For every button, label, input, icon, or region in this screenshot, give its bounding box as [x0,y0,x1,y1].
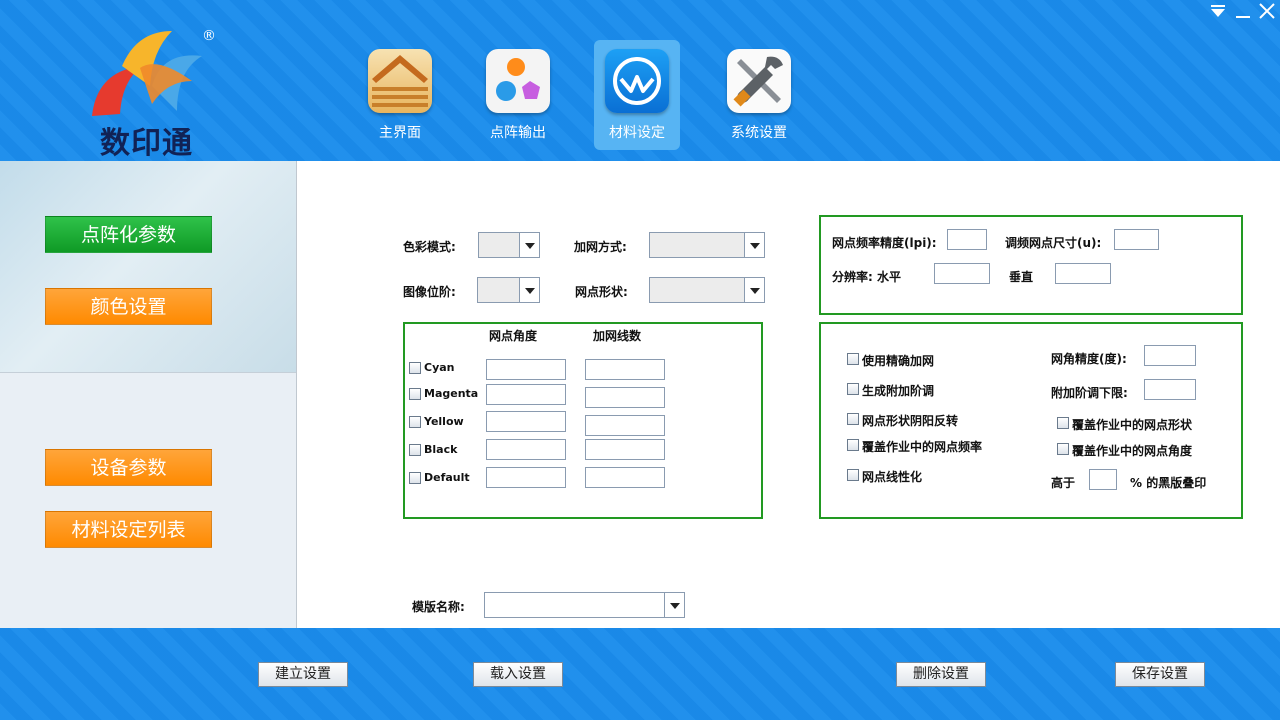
bit-depth-select[interactable] [477,277,540,303]
yellow-angle-input[interactable] [486,411,566,432]
dot-invert-label: 网点形状阴阳反转 [862,414,959,428]
precise-screening-label: 使用精确加网 [862,354,935,368]
minimize-icon[interactable] [1234,2,1252,23]
color-settings-button[interactable]: 颜色设置 [45,288,212,325]
material-icon [605,49,669,113]
col-lines-header: 加网线数 [593,329,642,343]
black-overprint-label: % 的黑版叠印 [1130,476,1207,490]
menu-dropdown-icon[interactable] [1209,2,1227,23]
row-label: Cyan [424,361,455,374]
nav-label-dots-output: 点阵输出 [490,125,546,141]
col-angle-header: 网点角度 [489,329,538,343]
row-label: Default [424,471,470,484]
dot-invert-checkbox[interactable] [847,413,859,425]
default-angle-input[interactable] [486,467,566,488]
extra-steps-checkbox[interactable] [847,383,859,395]
precise-screening-checkbox[interactable] [847,353,859,365]
sidebar: 点阵化参数 颜色设置 设备参数 材料设定列表 [0,161,297,628]
above-label: 高于 [1051,476,1076,490]
home-icon [368,49,432,113]
nav-label-material: 材料设定 [609,125,665,141]
nav-system-settings[interactable]: 系统设置 [716,40,802,150]
footer-bar: 建立设置 载入设置 删除设置 保存设置 [0,628,1280,720]
override-shape-checkbox[interactable] [1057,417,1069,429]
nav-material-settings[interactable]: 材料设定 [594,40,680,150]
tools-icon [727,49,791,113]
material-list-button[interactable]: 材料设定列表 [45,511,212,548]
close-icon[interactable] [1258,2,1276,23]
resolution-horizontal-input[interactable] [934,263,990,284]
color-mode-select[interactable] [478,232,540,258]
registered-mark: ® [202,28,216,44]
magenta-angle-input[interactable] [486,384,566,405]
angle-precision-input[interactable] [1144,345,1196,366]
screening-method-label: 加网方式: [574,240,627,254]
black-checkbox[interactable] [409,444,421,456]
brand-name: 数印通 [100,126,193,161]
chevron-down-icon [744,233,764,257]
header-bar: ® 数印通 主界面 点阵输出 材料设定 系统设置 [0,0,1280,161]
override-shape-label: 覆盖作业中的网点形状 [1072,418,1193,432]
lpi-precision-label: 网点频率精度(lpi): [832,236,937,250]
row-label: Magenta [424,387,479,400]
screen-angle-group: 网点角度 加网线数 Cyan Magenta Yellow Black Defa… [403,322,763,519]
fm-dot-size-input[interactable] [1114,229,1159,250]
extra-step-lower-label: 附加阶调下限: [1051,386,1128,400]
chevron-down-icon [519,233,539,257]
dots-output-icon [486,49,550,113]
black-lines-input[interactable] [585,439,665,460]
nav-label-system: 系统设置 [731,125,787,141]
override-angle-checkbox[interactable] [1057,443,1069,455]
create-settings-button[interactable]: 建立设置 [258,662,348,687]
nav-label-home: 主界面 [379,125,421,141]
row-label: Yellow [424,415,464,428]
override-angle-label: 覆盖作业中的网点角度 [1072,444,1193,458]
yellow-checkbox[interactable] [409,416,421,428]
cyan-angle-input[interactable] [486,359,566,380]
template-name-label: 模版名称: [412,600,465,614]
cyan-checkbox[interactable] [409,362,421,374]
lpi-precision-input[interactable] [947,229,987,250]
template-name-select[interactable] [484,592,685,618]
delete-settings-button[interactable]: 删除设置 [896,662,986,687]
resolution-horizontal-label: 分辨率: 水平 [832,270,901,284]
load-settings-button[interactable]: 载入设置 [473,662,563,687]
override-freq-checkbox[interactable] [847,439,859,451]
chevron-down-icon [664,593,684,617]
magenta-checkbox[interactable] [409,388,421,400]
override-freq-label: 覆盖作业中的网点频率 [862,440,983,454]
screening-method-select[interactable] [649,232,765,258]
linearize-label: 网点线性化 [862,470,923,484]
fm-dot-size-label: 调频网点尺寸(u): [1005,236,1102,250]
angle-precision-label: 网角精度(度): [1051,352,1127,366]
cyan-lines-input[interactable] [585,359,665,380]
bit-depth-label: 图像位阶: [403,285,456,299]
sidebar-top-panel [0,161,296,373]
device-params-button[interactable]: 设备参数 [45,449,212,486]
dot-shape-select[interactable] [649,277,765,303]
overprint-percent-input[interactable] [1089,469,1117,490]
save-settings-button[interactable]: 保存设置 [1115,662,1205,687]
black-angle-input[interactable] [486,439,566,460]
linearize-checkbox[interactable] [847,469,859,481]
chevron-down-icon [519,278,539,302]
resolution-vertical-input[interactable] [1055,263,1111,284]
extra-step-lower-input[interactable] [1144,379,1196,400]
nav-home[interactable]: 主界面 [357,40,443,150]
default-checkbox[interactable] [409,472,421,484]
row-label: Black [424,443,458,456]
dither-params-button[interactable]: 点阵化参数 [45,216,212,253]
yellow-lines-input[interactable] [585,415,665,436]
default-lines-input[interactable] [585,467,665,488]
chevron-down-icon [744,278,764,302]
resolution-vertical-label: 垂直 [1009,270,1034,284]
main-content: 色彩模式: 加网方式: 图像位阶: 网点形状: 网点角度 加网线数 Cyan M… [297,161,1280,628]
nav-dots-output[interactable]: 点阵输出 [475,40,561,150]
options-group: 使用精确加网 生成附加阶调 网点形状阴阳反转 覆盖作业中的网点频率 网点线性化 … [819,322,1243,519]
dot-shape-label: 网点形状: [575,285,628,299]
magenta-lines-input[interactable] [585,387,665,408]
resolution-group: 网点频率精度(lpi): 调频网点尺寸(u): 分辨率: 水平 垂直 [819,215,1243,315]
extra-steps-label: 生成附加阶调 [862,384,935,398]
color-mode-label: 色彩模式: [403,240,456,254]
